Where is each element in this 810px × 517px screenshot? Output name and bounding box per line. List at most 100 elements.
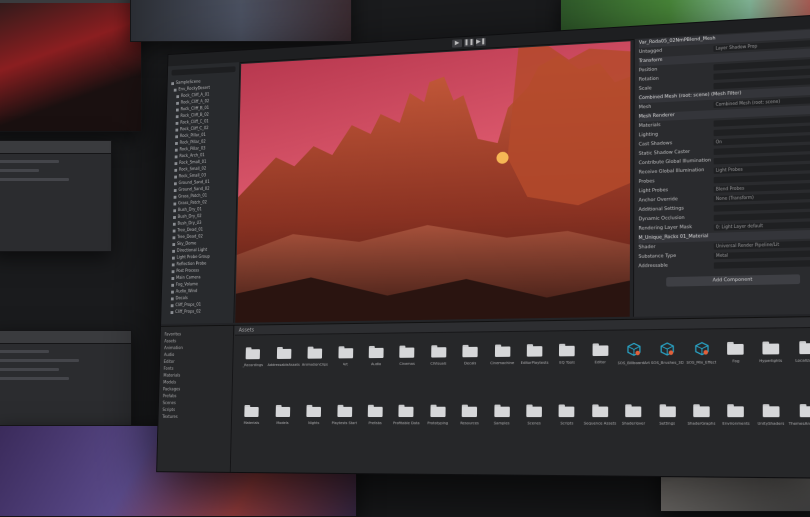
gameobject-icon [174,154,178,158]
folder-icon [463,345,478,357]
asset-folder[interactable]: Environments [719,398,754,461]
gameobject-icon [170,303,174,307]
property-value[interactable]: Universal Render Pipeline/Lit [713,240,810,250]
hierarchy-item[interactable]: Cliff_Props_02 [165,307,230,315]
scene-view[interactable] [235,41,631,323]
asset-folder[interactable]: Settings [650,398,684,460]
folder-icon [728,404,745,417]
project-tree-item[interactable]: Textures [162,413,227,420]
folder-icon [399,405,414,417]
asset-label: SOS_Mix_Effect [686,360,717,365]
property-value[interactable] [713,211,810,222]
asset-prefab[interactable]: SOS_BillboardArt [617,336,651,398]
asset-folder[interactable]: Models [266,399,299,457]
gameobject-icon [172,235,176,239]
property-label: Probes [638,179,655,185]
tag-dropdown[interactable]: Untagged [639,49,662,55]
hierarchy-item-label: Main Camera [176,274,201,280]
hierarchy-item-label: Fog_Volume [175,281,199,287]
play-button[interactable]: ▶ [452,39,463,48]
asset-label: Playtests Start [331,421,358,426]
asset-folder[interactable]: _Recordings [237,341,268,399]
gameobject-icon [175,121,179,125]
asset-folder[interactable]: UnityShaders [753,398,788,461]
gameobject-icon [175,108,179,112]
gameobject-icon [175,141,178,145]
folder-icon [592,404,608,417]
hierarchy-item-label: Audio_Wind [175,288,198,294]
asset-folder[interactable]: Samples [485,398,518,459]
asset-folder[interactable]: Prototyping [421,398,453,458]
gameobject-icon [174,148,178,152]
property-label: Materials [638,122,661,130]
inspector-components: Transform Position Rotation Scale Combined M… [634,47,810,271]
asset-folder[interactable]: Fog [719,335,754,398]
asset-folder[interactable]: Cinemas [391,339,423,398]
folder-icon [307,405,322,417]
asset-folder[interactable]: Prefabs [359,399,391,458]
asset-folder[interactable]: Profitable Data [390,399,422,459]
tab-assets[interactable]: Assets [239,327,254,333]
asset-folder[interactable]: Decals [454,338,487,398]
asset-folder[interactable]: ShaderGraphs [684,398,718,461]
property-label: Substance Type [638,253,677,260]
gameobject-icon [175,114,179,118]
property-value[interactable]: Metal [713,249,810,260]
asset-folder[interactable]: EQ Tools [551,337,584,398]
asset-folder[interactable]: Scenes [518,398,551,459]
hierarchy-item-label: Cliff_Props_02 [175,308,201,314]
property-value[interactable] [713,259,810,269]
gameobject-icon [174,168,178,172]
property-label: Dynamic Occlusion [638,215,685,223]
asset-folder[interactable]: EditorPlaytests [518,338,551,399]
property-label: Rendering Layer Mask [638,224,693,232]
folder-icon [337,405,352,417]
asset-label: AddressableAssets [267,362,300,368]
gameobject-icon [171,256,175,260]
asset-prefab[interactable]: SOS_Brushes_3D [650,336,684,398]
asset-folder[interactable]: ThemesAndPresets [788,398,810,462]
prefab-icon [694,341,709,356]
hierarchy-search-input[interactable] [171,66,236,76]
pause-button[interactable]: ❚❚ [463,38,474,48]
add-component-button[interactable]: Add Component [666,274,801,287]
asset-folder[interactable]: AnimationClips [299,340,330,398]
asset-folder[interactable]: Editor [583,337,616,398]
asset-folder[interactable]: Playtests Start [328,399,360,458]
gameobject-icon [173,202,177,206]
property-label: Lighting [638,132,658,139]
project-tree-item[interactable]: Scripts [162,406,227,413]
asset-folder[interactable]: AddressableAssets [267,341,300,399]
hierarchy-item-label: Reflection Probe [176,260,207,267]
property-value[interactable]: 0: Light Layer default [713,220,810,231]
property-label: Position [638,67,658,74]
step-button[interactable]: ▶❚ [475,37,487,47]
property-value[interactable] [713,201,810,212]
asset-folder[interactable]: Art [329,340,361,399]
asset-folder[interactable]: Scripts [550,398,583,459]
asset-folder[interactable]: Localization [788,334,810,397]
gameobject-icon [171,276,175,280]
asset-folder[interactable]: Shaderlover [617,398,651,460]
asset-folder[interactable]: Materials [236,399,267,457]
asset-folder[interactable]: CIVisuals [422,339,454,399]
project-tree: Favorites Assets Animation Audio Editor Fonts… [157,325,235,472]
asset-folder[interactable]: Nights [298,399,330,458]
inspector-panel: Var_Roda05_02NmPBlend_Mesh Untagged Laye… [632,27,810,317]
asset-label: Localization [795,358,810,363]
asset-folder[interactable]: Audio [360,340,392,399]
asset-folder[interactable]: Resources [453,398,486,458]
asset-prefab[interactable]: SOS_Mix_Effect [684,336,718,398]
asset-folder[interactable]: Sequence Assets [583,398,617,460]
folder-icon [494,405,510,417]
asset-folder[interactable]: Cinemachine [486,338,519,398]
asset-folder[interactable]: Hyperlights [753,335,788,398]
gameobject-icon [170,296,174,300]
asset-label: Models [276,421,289,426]
hierarchy-panel: SampleScene Env_RockyDesert Rock_Cliff_A_0… [161,62,241,324]
folder-icon [308,347,323,359]
folder-icon [659,404,675,417]
gameobject-icon [170,310,174,314]
folder-icon [728,342,745,355]
hierarchy-item-label: Bush_Dry_02 [177,213,202,219]
